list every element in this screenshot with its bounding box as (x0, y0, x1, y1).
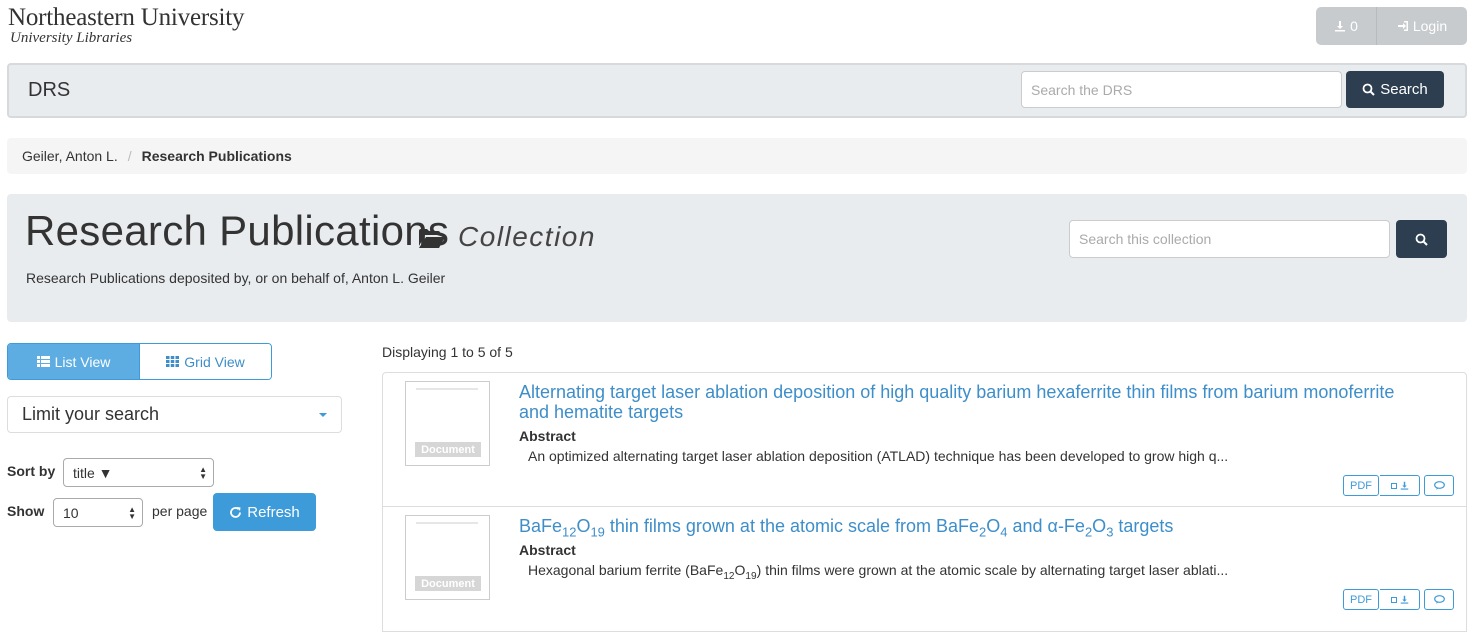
download-button[interactable] (1380, 589, 1420, 610)
refresh-button[interactable]: Refresh (213, 493, 316, 531)
pdf-button[interactable]: PDF (1343, 475, 1379, 496)
download-icon (1400, 481, 1408, 490)
limit-search-label: Limit your search (22, 404, 160, 424)
breadcrumb-current: Research Publications (141, 148, 292, 164)
pdf-button[interactable]: PDF (1343, 589, 1379, 610)
results-count: Displaying 1 to 5 of 5 (382, 344, 513, 360)
thumbnail-text-line (416, 388, 478, 390)
abstract-text: Hexagonal barium ferrite (BaFe12O19) thi… (528, 562, 1229, 582)
collection-search-input[interactable]: Search this collection (1069, 220, 1390, 258)
thumbnail-text-line (416, 522, 478, 524)
result-divider (383, 506, 1466, 507)
breadcrumb: Geiler, Anton L. / Research Publications (7, 138, 1467, 174)
list-view-button[interactable]: List View (8, 344, 139, 379)
pdf-label: PDF (1350, 479, 1372, 492)
abstract-label: Abstract (519, 428, 576, 444)
download-icon (1335, 21, 1346, 32)
download-cart-button[interactable]: 0 (1316, 7, 1377, 45)
view-toggle: List View Grid View (7, 343, 272, 380)
libraries-name[interactable]: University Libraries (10, 30, 132, 47)
university-name[interactable]: Northeastern University (8, 4, 245, 32)
abstract-label: Abstract (519, 542, 576, 558)
checkbox-icon (1390, 596, 1397, 603)
drs-search-label: Search (1380, 81, 1428, 98)
drs-search-placeholder: Search the DRS (1031, 81, 1133, 98)
download-button[interactable] (1380, 475, 1420, 496)
refresh-label: Refresh (247, 503, 300, 521)
collection-description: Research Publications deposited by, or o… (26, 270, 446, 286)
grid-icon (166, 356, 180, 367)
collection-search-button[interactable] (1396, 220, 1447, 258)
checkbox-icon (1390, 482, 1397, 489)
grid-view-label: Grid View (184, 353, 245, 370)
comment-button[interactable] (1424, 589, 1454, 610)
document-type-label: Document (415, 576, 481, 591)
breadcrumb-author-link[interactable]: Geiler, Anton L. (22, 148, 118, 164)
abstract-text: An optimized alternating target laser ab… (528, 448, 1229, 464)
result-title-link[interactable]: BaFe12O19 thin films grown at the atomic… (519, 516, 1459, 543)
show-label: Show (7, 503, 45, 519)
select-arrows-icon: ▲ ▼ (199, 464, 207, 481)
limit-search-dropdown[interactable]: Limit your search (7, 396, 342, 433)
result-title-line: Alternating target laser ablation deposi… (519, 382, 1395, 402)
per-page-label: per page (152, 503, 208, 519)
grid-view-button[interactable]: Grid View (139, 344, 271, 379)
drs-search-input[interactable]: Search the DRS (1021, 71, 1342, 108)
collection-title: Research Publications (25, 207, 450, 254)
pdf-label: PDF (1350, 593, 1372, 606)
document-type-label: Document (415, 442, 481, 457)
search-icon (1362, 83, 1375, 96)
download-count: 0 (1350, 18, 1358, 34)
caret-down-icon (319, 412, 327, 417)
download-icon (1400, 595, 1408, 604)
sign-in-icon (1397, 21, 1408, 31)
comment-button[interactable] (1424, 475, 1454, 496)
list-icon (36, 356, 50, 367)
collection-type: Collection (458, 221, 596, 252)
drs-search-button[interactable]: Search (1346, 71, 1444, 108)
login-label: Login (1412, 18, 1448, 34)
comment-icon (1433, 595, 1445, 604)
sort-by-select[interactable]: title ▼ ▲ ▼ (63, 458, 214, 487)
collection-search-placeholder: Search this collection (1079, 231, 1212, 247)
per-page-value: 10 (63, 504, 79, 521)
refresh-icon (230, 506, 242, 518)
result-title-line: and hematite targets (519, 402, 684, 422)
document-thumbnail[interactable]: Document (405, 515, 490, 600)
sort-by-label: Sort by (7, 463, 56, 479)
comment-icon (1433, 481, 1445, 490)
sort-by-value: title ▼ (73, 464, 113, 481)
navbar-brand[interactable]: DRS (28, 79, 70, 102)
folder-open-icon (419, 228, 445, 251)
search-icon (1415, 233, 1428, 246)
document-thumbnail[interactable]: Document (405, 381, 490, 466)
select-arrows-icon: ▲ ▼ (128, 504, 136, 521)
result-title-link[interactable]: Alternating target laser ablation deposi… (519, 382, 1459, 422)
login-button[interactable]: Login (1377, 7, 1467, 45)
breadcrumb-separator: / (127, 148, 132, 164)
list-view-label: List View (54, 353, 111, 370)
per-page-select[interactable]: 10 ▲ ▼ (53, 498, 143, 527)
top-button-group: 0 Login (1316, 7, 1467, 45)
